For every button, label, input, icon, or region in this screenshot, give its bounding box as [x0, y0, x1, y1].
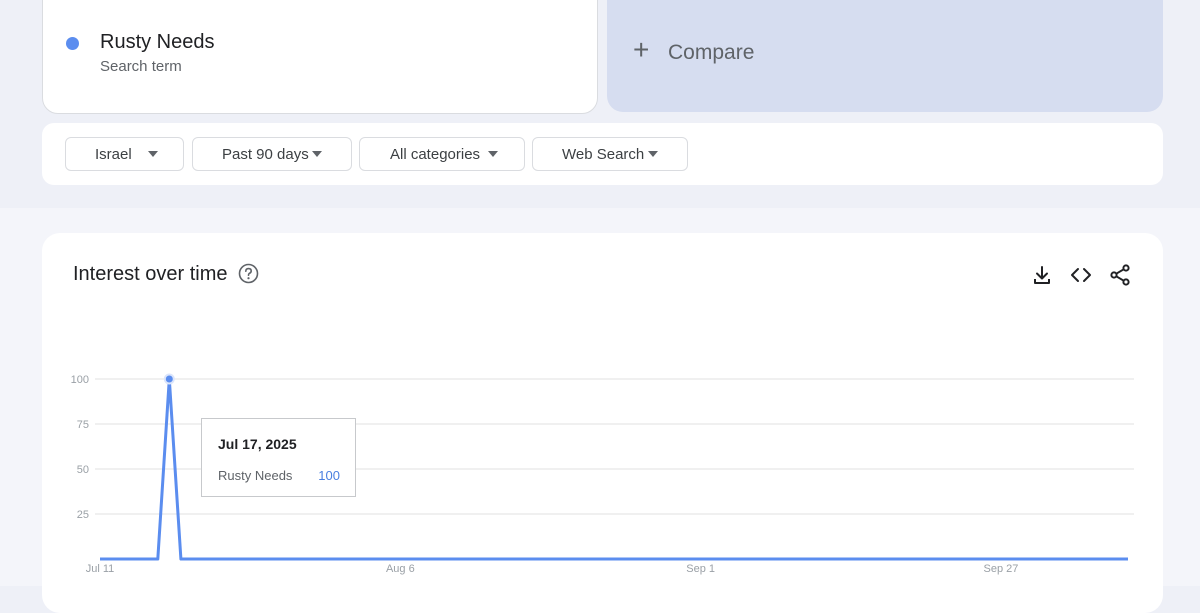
- compare-label: Compare: [668, 41, 755, 64]
- search-term-type: Search term: [100, 58, 182, 75]
- caret-down-icon: [312, 151, 322, 157]
- tooltip-term: Rusty Needs: [218, 468, 293, 483]
- y-tick-label: 75: [77, 419, 89, 431]
- tooltip-date: Jul 17, 2025: [218, 436, 297, 452]
- caret-down-icon: [488, 151, 498, 157]
- compare-button[interactable]: + Compare: [607, 0, 1163, 112]
- category-label: All categories: [390, 146, 481, 163]
- x-tick-label: Sep 27: [984, 563, 1019, 575]
- time-range-dropdown[interactable]: Past 90 days: [192, 137, 352, 171]
- region-label: Israel: [95, 146, 132, 163]
- plus-icon: +: [633, 34, 650, 65]
- y-tick-label: 25: [77, 509, 89, 521]
- caret-down-icon: [148, 151, 158, 157]
- search-term-name[interactable]: Rusty Needs: [100, 31, 215, 54]
- x-tick-label: Sep 1: [686, 563, 715, 575]
- series-color-dot: [66, 37, 79, 50]
- filter-bar: Israel Past 90 days All categories Web S…: [42, 123, 1163, 185]
- chart-tooltip: Jul 17, 2025 Rusty Needs 100: [201, 418, 356, 497]
- property-dropdown[interactable]: Web Search: [532, 137, 688, 171]
- caret-down-icon: [648, 151, 658, 157]
- interest-over-time-card: Interest over time 100 75 50 25 Jul 11 Aug 6…: [42, 233, 1163, 613]
- category-dropdown[interactable]: All categories: [359, 137, 525, 171]
- x-tick-label: Jul 11: [86, 563, 115, 575]
- peak-point: [163, 373, 175, 385]
- tooltip-value: 100: [318, 468, 340, 483]
- x-tick-label: Aug 6: [386, 563, 415, 575]
- y-tick-label: 50: [77, 464, 89, 476]
- y-tick-label: 100: [71, 374, 89, 386]
- property-label: Web Search: [562, 146, 645, 163]
- interest-chart: 100 75 50 25 Jul 11 Aug 6 Sep 1 Sep 27: [71, 373, 1134, 575]
- region-dropdown[interactable]: Israel: [65, 137, 184, 171]
- time-range-label: Past 90 days: [222, 146, 309, 163]
- search-term-card[interactable]: Rusty Needs Search term: [42, 0, 598, 114]
